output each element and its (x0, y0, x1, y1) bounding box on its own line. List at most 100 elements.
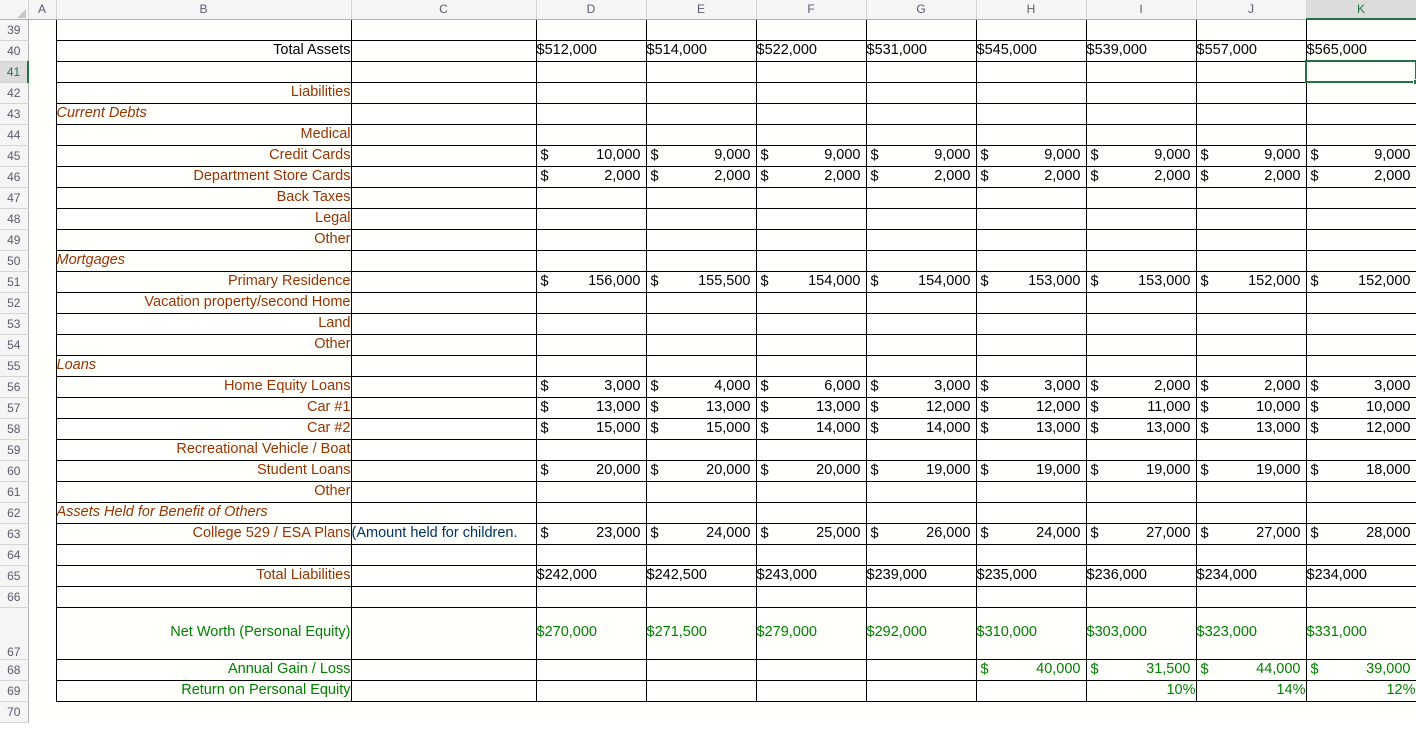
cell-A50[interactable] (28, 250, 56, 271)
cell-A63[interactable] (28, 523, 56, 544)
cell-K48[interactable] (1305, 207, 1416, 230)
cell-I61[interactable] (1085, 480, 1197, 503)
cell-I42[interactable] (1085, 81, 1197, 104)
row-header-67[interactable]: 67 (0, 607, 29, 660)
cell-B43[interactable]: Current Debts (55, 102, 352, 125)
cell-E60[interactable]: $20,000 (645, 459, 757, 482)
cell-E50[interactable] (645, 249, 757, 272)
cell-G51[interactable]: $154,000 (865, 270, 977, 293)
cell-J67[interactable]: $323,000 (1195, 606, 1307, 660)
cell-C57[interactable] (350, 396, 537, 419)
cell-E66[interactable] (645, 585, 757, 608)
row-header-59[interactable]: 59 (0, 439, 29, 461)
cell-J54[interactable] (1195, 333, 1307, 356)
row-header-62[interactable]: 62 (0, 502, 29, 524)
cell-D70[interactable] (536, 701, 646, 722)
cell-I65[interactable]: $236,000 (1085, 564, 1197, 587)
cell-B69[interactable]: Return on Personal Equity (55, 679, 352, 702)
cell-G67[interactable]: $292,000 (865, 606, 977, 660)
cell-H69[interactable] (975, 679, 1087, 702)
cell-I69[interactable]: 10% (1085, 679, 1197, 702)
cell-A43[interactable] (28, 103, 56, 124)
cell-I53[interactable] (1085, 312, 1197, 335)
cell-C53[interactable] (350, 312, 537, 335)
cell-K70[interactable] (1306, 701, 1416, 722)
cell-G64[interactable] (865, 543, 977, 566)
cell-H58[interactable]: $13,000 (975, 417, 1087, 440)
row-header-39[interactable]: 39 (0, 19, 29, 41)
cell-F57[interactable]: $13,000 (755, 396, 867, 419)
cell-I39[interactable] (1085, 18, 1197, 41)
cell-I52[interactable] (1085, 291, 1197, 314)
cell-B60[interactable]: Student Loans (55, 459, 352, 482)
cell-F67[interactable]: $279,000 (755, 606, 867, 660)
cell-B50[interactable]: Mortgages (55, 249, 352, 272)
cell-D65[interactable]: $242,000 (535, 564, 647, 587)
cell-D48[interactable] (535, 207, 647, 230)
sheet-row-66[interactable]: 66 (0, 585, 1416, 608)
cell-H43[interactable] (975, 102, 1087, 125)
cell-I44[interactable] (1085, 123, 1197, 146)
cell-K56[interactable]: $3,000 (1305, 375, 1416, 398)
cell-E39[interactable] (645, 18, 757, 41)
cell-H57[interactable]: $12,000 (975, 396, 1087, 419)
sheet-row-46[interactable]: 46 Department Store Cards $2,000 $2,000 $2,0… (0, 165, 1416, 188)
cell-H53[interactable] (975, 312, 1087, 335)
cell-K58[interactable]: $12,000 (1305, 417, 1416, 440)
cell-G53[interactable] (865, 312, 977, 335)
cell-K53[interactable] (1305, 312, 1416, 335)
cell-G43[interactable] (865, 102, 977, 125)
cell-H67[interactable]: $310,000 (975, 606, 1087, 660)
cell-H47[interactable] (975, 186, 1087, 209)
sheet-row-60[interactable]: 60 Student Loans $20,000 $20,000 $20,000 $19,… (0, 459, 1416, 482)
sheet-row-56[interactable]: 56 Home Equity Loans $3,000 $4,000 $6,000 $3,… (0, 375, 1416, 398)
cell-K67[interactable]: $331,000 (1305, 606, 1416, 660)
cell-A66[interactable] (28, 586, 56, 607)
sheet-row-43[interactable]: 43 Current Debts (0, 102, 1416, 125)
cell-E70[interactable] (646, 701, 756, 722)
cell-C55[interactable] (350, 354, 537, 377)
cell-F45[interactable]: $9,000 (755, 144, 867, 167)
cell-E51[interactable]: $155,500 (645, 270, 757, 293)
cell-H52[interactable] (975, 291, 1087, 314)
cell-G49[interactable] (865, 228, 977, 251)
cell-E58[interactable]: $15,000 (645, 417, 757, 440)
cell-D67[interactable]: $270,000 (535, 606, 647, 660)
cell-E62[interactable] (645, 501, 757, 524)
sheet-row-49[interactable]: 49 Other (0, 228, 1416, 251)
row-header-41[interactable]: 41 (0, 61, 29, 83)
row-header-65[interactable]: 65 (0, 565, 29, 587)
cell-D47[interactable] (535, 186, 647, 209)
cell-D55[interactable] (535, 354, 647, 377)
cell-B48[interactable]: Legal (55, 207, 352, 230)
cell-B70[interactable] (56, 701, 351, 722)
cell-B66[interactable] (55, 585, 352, 608)
row-header-53[interactable]: 53 (0, 313, 29, 335)
row-header-66[interactable]: 66 (0, 586, 29, 608)
cell-C41[interactable] (350, 60, 537, 83)
cell-A52[interactable] (28, 292, 56, 313)
cell-H56[interactable]: $3,000 (975, 375, 1087, 398)
cell-D41[interactable] (535, 60, 647, 83)
cell-K51[interactable]: $152,000 (1305, 270, 1416, 293)
cell-K69[interactable]: 12% (1305, 679, 1416, 702)
cell-C64[interactable] (350, 543, 537, 566)
cell-D60[interactable]: $20,000 (535, 459, 647, 482)
cell-I64[interactable] (1085, 543, 1197, 566)
cell-C62[interactable] (350, 501, 537, 524)
cell-C39[interactable] (350, 18, 537, 41)
cell-C70[interactable] (351, 701, 536, 722)
row-header-56[interactable]: 56 (0, 376, 29, 398)
cell-E47[interactable] (645, 186, 757, 209)
cell-K68[interactable]: $39,000 (1305, 658, 1416, 681)
cell-C56[interactable] (350, 375, 537, 398)
cell-F40[interactable]: $522,000 (755, 39, 867, 62)
cell-E45[interactable]: $9,000 (645, 144, 757, 167)
cell-C69[interactable] (350, 679, 537, 702)
row-header-52[interactable]: 52 (0, 292, 29, 314)
cell-I50[interactable] (1085, 249, 1197, 272)
cell-J70[interactable] (1196, 701, 1306, 722)
cell-F39[interactable] (755, 18, 867, 41)
sheet-row-41[interactable]: 41 (0, 60, 1416, 83)
cell-I40[interactable]: $539,000 (1085, 39, 1197, 62)
